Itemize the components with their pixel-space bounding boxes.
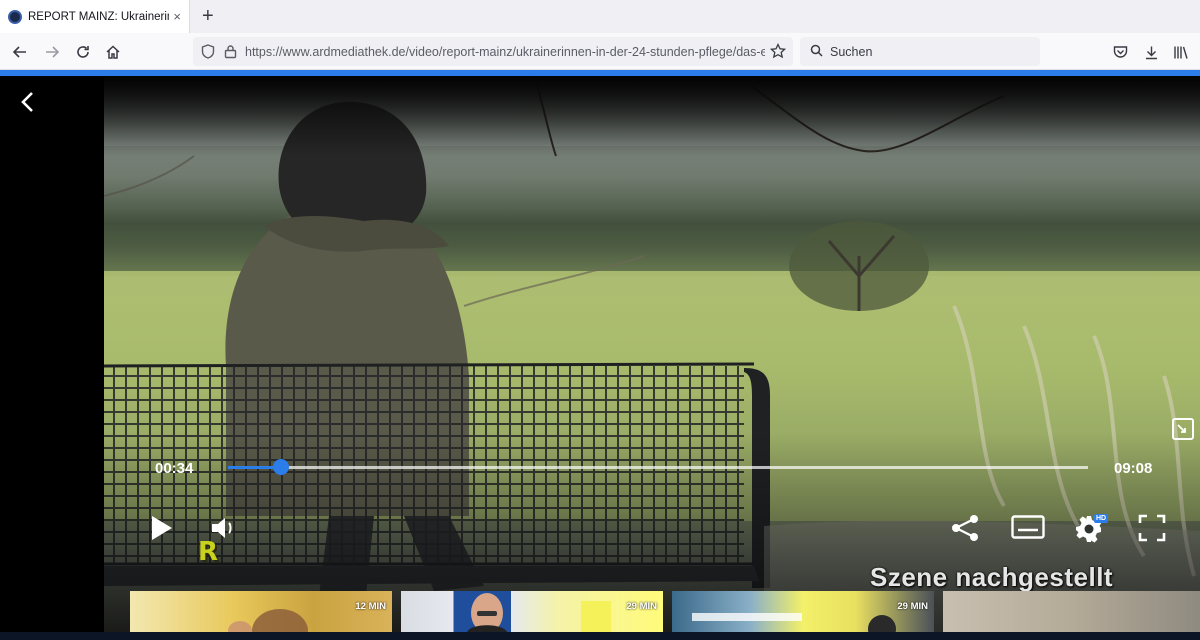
search-placeholder: Suchen — [830, 44, 873, 59]
thumbnail-illustration — [467, 593, 611, 632]
video-thumbnail[interactable]: 12 MIN — [130, 591, 392, 632]
browser-tab[interactable]: REPORT MAINZ: Ukrainerinnen × — [0, 0, 190, 33]
new-tab-button[interactable]: + — [202, 5, 214, 27]
back-chevron-icon[interactable] — [18, 90, 38, 114]
pocket-icon[interactable] — [1109, 41, 1131, 63]
video-thumbnail[interactable]: 29 MIN — [672, 591, 934, 632]
thumbnail-illustration — [228, 609, 308, 632]
play-icon[interactable] — [150, 514, 174, 547]
lock-icon[interactable] — [224, 44, 237, 64]
fullscreen-icon[interactable] — [1138, 514, 1166, 547]
player-left-strip — [0, 76, 104, 640]
subtitles-icon[interactable] — [1011, 515, 1045, 544]
url-text[interactable]: https://www.ardmediathek.de/video/report… — [245, 45, 765, 59]
scene-note: Szene nachgestellt — [870, 562, 1114, 592]
progress-knob[interactable] — [273, 459, 289, 475]
tab-close-icon[interactable]: × — [173, 9, 181, 24]
library-icon[interactable] — [1170, 41, 1192, 63]
shield-icon[interactable] — [201, 44, 215, 64]
url-bar[interactable]: https://www.ardmediathek.de/video/report… — [193, 37, 793, 66]
picture-in-picture-icon[interactable] — [1172, 418, 1194, 440]
url-host: https://www.ardmediathek.de — [245, 44, 406, 59]
video-top-shade — [104, 76, 1200, 156]
reload-icon[interactable] — [72, 41, 94, 63]
channel-logo-text: R — [198, 537, 219, 567]
thumbnail-illustration — [692, 613, 896, 632]
home-icon[interactable] — [102, 41, 124, 63]
hd-badge: HD — [1094, 514, 1109, 523]
back-arrow-icon[interactable] — [9, 41, 31, 63]
browser-toolbar: https://www.ardmediathek.de/video/report… — [0, 33, 1200, 70]
total-duration: 09:08 — [1114, 460, 1153, 477]
progress-bar[interactable] — [228, 459, 1088, 475]
channel-logo: R — [196, 537, 230, 567]
thumbnail-duration: 12 MIN — [355, 601, 386, 612]
page-footer-bar — [0, 632, 1200, 640]
bookmark-star-icon[interactable] — [769, 42, 787, 64]
download-icon[interactable] — [1140, 41, 1162, 63]
tab-bar: REPORT MAINZ: Ukrainerinnen × + — [0, 0, 1200, 33]
current-time: 00:34 — [155, 460, 194, 477]
url-path: /video/report-mainz/ukrainerinnen-in-der… — [405, 44, 766, 59]
search-bar[interactable]: Suchen — [800, 37, 1040, 66]
video-thumbnail[interactable] — [943, 591, 1200, 632]
search-icon — [810, 44, 823, 60]
favicon-icon — [8, 9, 22, 24]
tab-title: REPORT MAINZ: Ukrainerinnen — [28, 10, 169, 23]
thumbnail-duration: 29 MIN — [897, 601, 928, 612]
video-thumbnail[interactable]: 29 MIN — [401, 591, 663, 632]
forward-arrow-icon[interactable] — [41, 41, 63, 63]
thumbnail-duration: 29 MIN — [626, 601, 657, 612]
share-icon[interactable] — [950, 514, 980, 547]
video-frame[interactable] — [104, 76, 1200, 632]
